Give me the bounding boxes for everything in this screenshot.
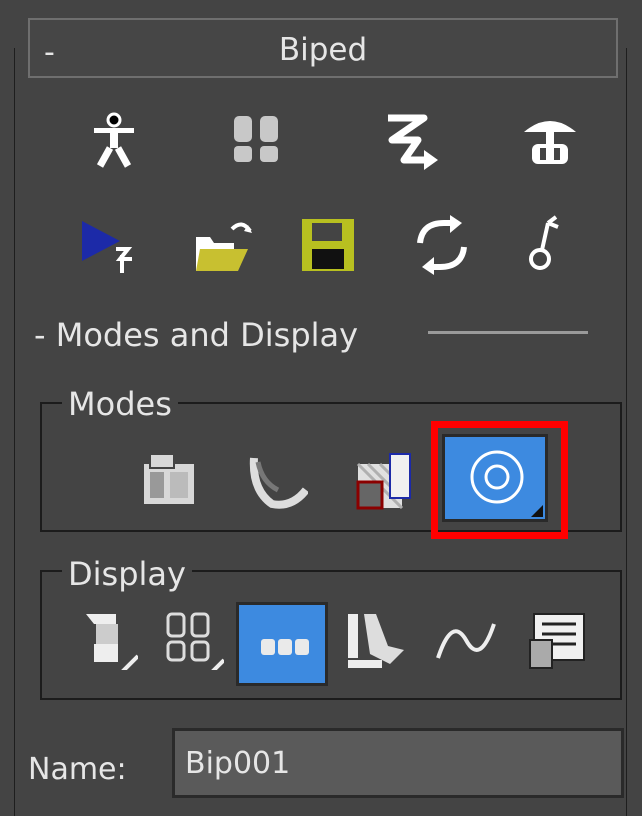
name-label: Name: [28, 752, 127, 787]
display-footsteps-icon[interactable] [164, 610, 224, 670]
motion-flow-icon[interactable] [380, 110, 440, 170]
modes-and-display-title[interactable]: - Modes and Display [34, 316, 358, 354]
scale-stride-icon[interactable] [356, 450, 416, 510]
rollout-title: Biped [278, 32, 368, 68]
display-group-label: Display [62, 558, 192, 590]
panel-right-edge [626, 48, 627, 816]
convert-icon[interactable] [412, 215, 472, 275]
display-objects-icon[interactable] [78, 610, 138, 670]
move-all-mode-icon[interactable] [518, 215, 578, 275]
display-numbers-icon [255, 617, 315, 677]
section-divider [428, 331, 588, 334]
show-trajectories-icon[interactable] [436, 610, 496, 670]
mixer-mode-icon[interactable] [520, 110, 580, 170]
panel-left-edge [14, 48, 15, 816]
save-file-icon[interactable] [298, 215, 358, 275]
figure-mode-icon[interactable] [84, 110, 144, 170]
open-file-icon[interactable] [192, 215, 252, 275]
modes-group-label: Modes [62, 388, 178, 420]
display-numbers-button[interactable] [236, 602, 328, 686]
buffer-mode-icon[interactable] [140, 450, 200, 510]
rubber-band-mode-icon[interactable] [248, 450, 308, 510]
playback-icon[interactable] [80, 215, 140, 275]
footstep-mode-icon[interactable] [226, 110, 286, 170]
name-field[interactable] [172, 728, 624, 798]
in-place-mode-highlight-box [431, 421, 568, 539]
twist-links-icon[interactable] [346, 610, 406, 670]
preferences-icon[interactable] [528, 610, 588, 670]
